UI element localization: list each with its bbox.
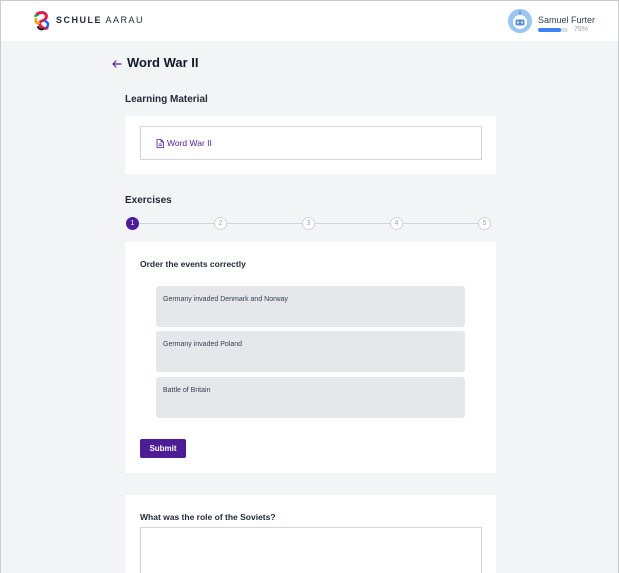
user-name[interactable]: Samuel Furter <box>538 15 595 25</box>
material-item[interactable]: Word War II <box>140 126 482 160</box>
order-item[interactable]: Germany invaded Poland <box>156 331 465 372</box>
user-progress-label: 75% <box>574 26 589 33</box>
learning-material-heading: Learning Material <box>125 94 208 105</box>
stepper-connector <box>139 223 214 224</box>
exercises-heading: Exercises <box>125 195 172 206</box>
avatar[interactable] <box>508 9 532 33</box>
brand-name: SCHULE AARAU <box>56 15 145 25</box>
user-progress-bar <box>538 28 568 32</box>
learning-material-card: Word War II <box>125 116 496 174</box>
order-item-label: Battle of Britain <box>163 387 211 394</box>
step-2[interactable]: 2 <box>214 217 227 230</box>
back-arrow-icon[interactable] <box>111 57 123 69</box>
step-4[interactable]: 4 <box>390 217 403 230</box>
user-progress-fill <box>538 28 561 32</box>
step-5[interactable]: 5 <box>478 217 491 230</box>
school-logo-icon[interactable] <box>33 11 51 31</box>
step-3[interactable]: 3 <box>302 217 315 230</box>
question-title: What was the role of the Soviets? <box>140 512 276 522</box>
submit-button[interactable]: Submit <box>140 439 186 458</box>
order-item-label: Germany invaded Denmark and Norway <box>163 296 288 303</box>
order-item-label: Germany invaded Poland <box>163 341 242 348</box>
order-item[interactable]: Battle of Britain <box>156 377 465 418</box>
material-link[interactable]: Word War II <box>156 138 212 148</box>
robot-avatar-icon <box>508 9 532 33</box>
page-title: Word War II <box>127 55 199 70</box>
stepper-connector <box>315 223 390 224</box>
document-icon <box>156 139 164 148</box>
stepper-connector <box>403 223 478 224</box>
top-bar: SCHULE AARAU Samuel Furter 75% <box>1 1 618 41</box>
step-1[interactable]: 1 <box>126 217 139 230</box>
exercise-title: Order the events correctly <box>140 259 246 269</box>
question-card: What was the role of the Soviets? <box>125 495 496 573</box>
order-item[interactable]: Germany invaded Denmark and Norway <box>156 286 465 327</box>
stepper-connector <box>227 223 302 224</box>
ordering-exercise-card: Order the events correctly Germany invad… <box>125 242 496 473</box>
answer-textarea[interactable] <box>140 527 482 573</box>
